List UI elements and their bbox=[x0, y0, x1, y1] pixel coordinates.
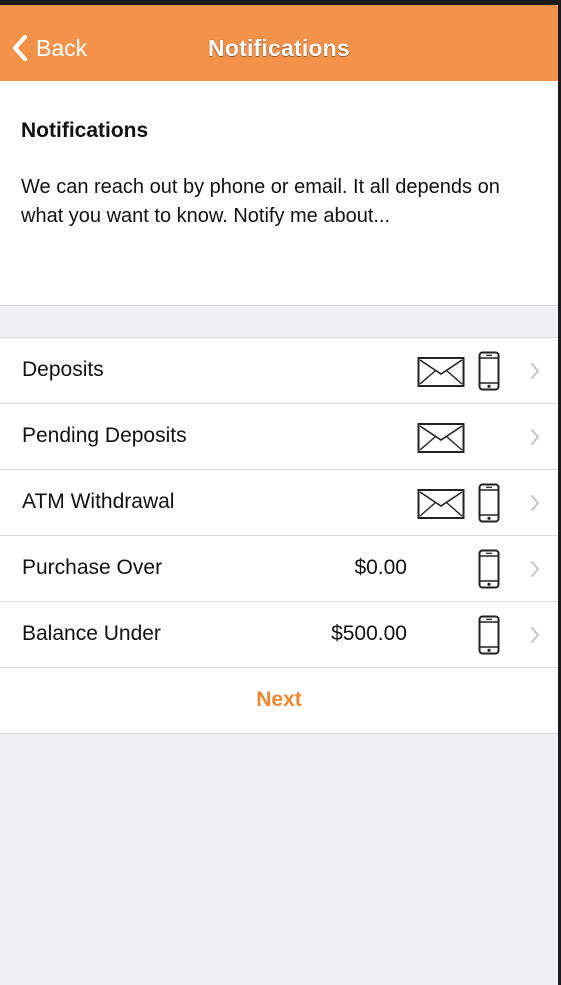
section-heading: Notifications bbox=[21, 119, 149, 142]
row-label: ATM Withdrawal bbox=[22, 490, 175, 513]
mobile-phone-icon bbox=[478, 549, 500, 589]
next-row: Next bbox=[0, 668, 558, 734]
page-title: Notifications bbox=[208, 35, 350, 61]
mobile-phone-icon bbox=[478, 351, 500, 391]
envelope-icon bbox=[417, 489, 465, 519]
notification-row-deposits[interactable]: Deposits bbox=[0, 338, 558, 404]
chevron-right-icon bbox=[531, 561, 539, 577]
next-button[interactable]: Next bbox=[0, 688, 558, 712]
row-label: Balance Under bbox=[22, 622, 161, 645]
row-label: Deposits bbox=[22, 358, 104, 381]
chevron-right-icon bbox=[531, 627, 539, 643]
notification-row-atm-withdrawal[interactable]: ATM Withdrawal bbox=[0, 470, 558, 536]
notification-row-pending-deposits[interactable]: Pending Deposits bbox=[0, 404, 558, 470]
app-screen: Back Notifications Notifications We can … bbox=[0, 0, 561, 985]
row-label: Purchase Over bbox=[22, 556, 163, 579]
notification-list: Deposits Pending Deposits ATM Withdrawal… bbox=[0, 337, 558, 734]
threshold-amount: $500.00 bbox=[331, 622, 407, 645]
notification-row-balance-under[interactable]: Balance Under $500.00 bbox=[0, 602, 558, 668]
chevron-right-icon bbox=[531, 495, 539, 511]
mobile-phone-icon bbox=[478, 483, 500, 523]
intro-section: Notifications We can reach out by phone … bbox=[0, 81, 558, 306]
envelope-icon bbox=[417, 357, 465, 387]
navigation-bar: Back Notifications bbox=[0, 5, 558, 81]
chevron-right-icon bbox=[531, 363, 539, 379]
section-description: We can reach out by phone or email. It a… bbox=[21, 176, 500, 227]
row-label: Pending Deposits bbox=[22, 424, 187, 447]
notification-row-purchase-over[interactable]: Purchase Over $0.00 bbox=[0, 536, 558, 602]
mobile-phone-icon bbox=[478, 615, 500, 655]
envelope-icon bbox=[417, 423, 465, 453]
chevron-right-icon bbox=[531, 429, 539, 445]
threshold-amount: $0.00 bbox=[354, 556, 407, 579]
